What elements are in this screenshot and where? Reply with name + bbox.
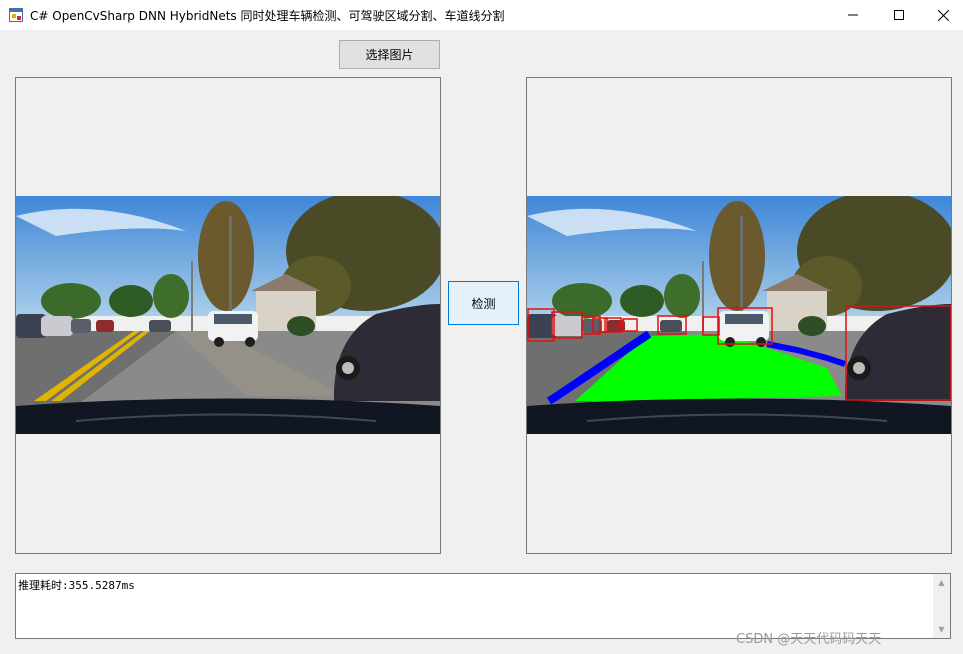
vertical-scrollbar[interactable]: ▲ ▼ bbox=[933, 574, 950, 638]
original-image-box bbox=[15, 77, 441, 554]
close-button[interactable] bbox=[920, 0, 963, 30]
window-title: C# OpenCvSharp DNN HybridNets 同时处理车辆检测、可… bbox=[30, 9, 505, 23]
select-image-label: 选择图片 bbox=[365, 48, 414, 62]
detection-result-image bbox=[527, 196, 951, 434]
scroll-up-icon[interactable]: ▲ bbox=[933, 574, 950, 591]
scroll-down-icon[interactable]: ▼ bbox=[933, 621, 950, 638]
app-icon bbox=[9, 8, 23, 22]
maximize-icon bbox=[894, 10, 904, 20]
minimize-icon bbox=[848, 14, 858, 16]
title-bar: C# OpenCvSharp DNN HybridNets 同时处理车辆检测、可… bbox=[0, 0, 963, 30]
watermark: CSDN @天天代码码天天 bbox=[736, 632, 882, 647]
inference-time-text: 推理耗时:355.5287ms bbox=[18, 579, 135, 592]
detect-button[interactable]: 检测 bbox=[448, 281, 519, 325]
original-road-image bbox=[16, 196, 440, 434]
maximize-button[interactable] bbox=[876, 0, 922, 30]
minimize-button[interactable] bbox=[830, 0, 876, 30]
close-icon bbox=[937, 9, 949, 21]
result-image-box bbox=[526, 77, 952, 554]
select-image-button[interactable]: 选择图片 bbox=[339, 40, 440, 69]
detect-label: 检测 bbox=[471, 296, 496, 311]
